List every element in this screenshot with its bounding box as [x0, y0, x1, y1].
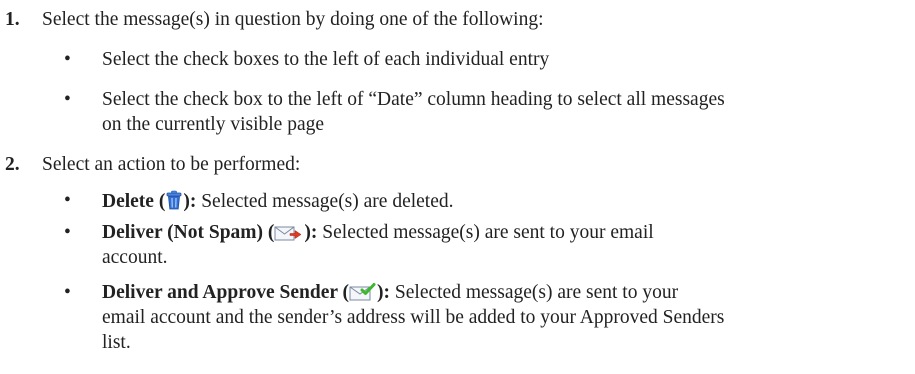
envelope-green-check-icon	[349, 283, 377, 307]
bullet: •	[64, 49, 71, 70]
action-approve-desc-cont2: list.	[102, 332, 131, 353]
action-deliver: Deliver (Not Spam) ( ): Selected message…	[102, 222, 654, 247]
trash-can-icon	[165, 190, 183, 216]
step-2-text: Select an action to be performed:	[42, 154, 301, 175]
action-approve: Deliver and Approve Sender ( ): Selected…	[102, 282, 678, 307]
action-delete-desc: Selected message(s) are deleted.	[196, 191, 454, 212]
bullet: •	[64, 89, 71, 110]
action-approve-label-pre: Deliver and Approve Sender (	[102, 282, 350, 303]
action-delete: Delete ( ): Selected message(s) are dele…	[102, 190, 454, 216]
bullet: •	[64, 222, 71, 243]
action-deliver-desc: Selected message(s) are sent to your ema…	[317, 222, 654, 243]
step-1-bullet-1: Select the check boxes to the left of ea…	[102, 49, 550, 70]
action-delete-label-pre: Delete (	[102, 191, 166, 212]
step-1-bullet-2-cont: on the currently visible page	[102, 114, 325, 135]
step-1-bullet-2: Select the check box to the left of “Dat…	[102, 89, 725, 110]
envelope-red-arrow-icon	[274, 225, 304, 247]
step-2-number: 2.	[5, 154, 20, 175]
action-delete-label-post: ):	[183, 191, 197, 212]
action-approve-desc-cont: email account and the sender’s address w…	[102, 307, 725, 328]
action-deliver-label-post: ):	[304, 222, 318, 243]
action-deliver-desc-cont: account.	[102, 247, 168, 268]
step-1-number: 1.	[5, 9, 20, 30]
bullet: •	[64, 190, 71, 211]
action-approve-desc: Selected message(s) are sent to your	[390, 282, 679, 303]
action-deliver-label-pre: Deliver (Not Spam) (	[102, 222, 275, 243]
action-approve-label-post: ):	[377, 282, 391, 303]
step-1-text: Select the message(s) in question by doi…	[42, 9, 544, 30]
bullet: •	[64, 282, 71, 303]
